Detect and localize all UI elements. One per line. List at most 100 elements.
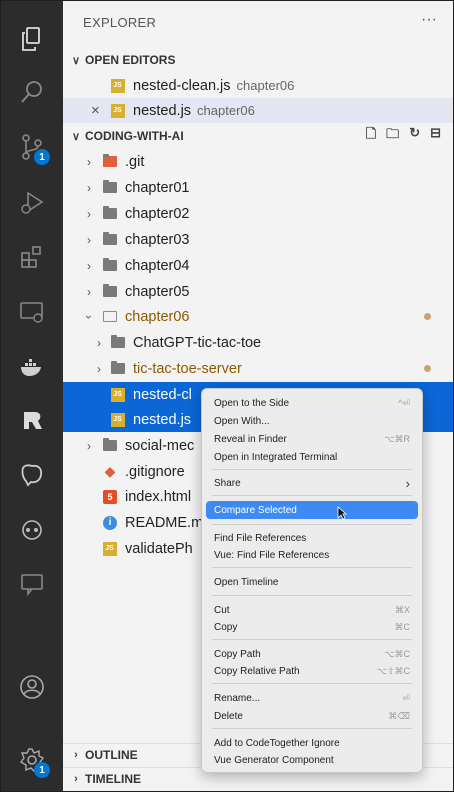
chevron-right-icon: › <box>87 232 91 247</box>
open-editors-header[interactable]: ∨ OPEN EDITORS <box>63 49 453 71</box>
settings-badge: 1 <box>34 762 50 778</box>
settings-gear-icon[interactable]: 1 <box>16 744 50 778</box>
source-control-icon[interactable]: 1 <box>16 131 50 165</box>
menu-vue-find-file-references[interactable]: Vue: Find File References <box>206 546 418 564</box>
folder-icon <box>111 361 125 376</box>
tree-item-chapter01[interactable]: › chapter01 <box>63 175 453 200</box>
tree-item-chapter03[interactable]: › chapter03 <box>63 227 453 252</box>
extensions-icon[interactable] <box>16 241 48 273</box>
menu-copy-relative-path[interactable]: Copy Relative Path ⌥⇧⌘C <box>206 662 418 680</box>
open-editor-item[interactable]: × JS nested.js chapter06 <box>63 98 453 123</box>
info-icon: i <box>103 515 117 530</box>
open-editor-folder: chapter06 <box>236 77 295 93</box>
open-editor-name: nested-clean.js <box>133 77 231 94</box>
tree-item-label: tic-tac-toe-server <box>133 360 242 377</box>
modified-dot <box>424 365 431 372</box>
activity-bar: 1 1 <box>1 1 63 791</box>
quokka-icon[interactable] <box>16 404 48 436</box>
menu-add-to-codetogether-ignore[interactable]: Add to CodeTogether Ignore <box>206 734 418 752</box>
tree-item-label: chapter01 <box>125 179 190 196</box>
search-icon[interactable] <box>16 76 48 108</box>
js-file-icon: JS <box>111 103 125 118</box>
chevron-right-icon: › <box>97 335 101 350</box>
chevron-right-icon: › <box>87 284 91 299</box>
menu-copy[interactable]: Copy ⌘C <box>206 618 418 636</box>
live-share-icon[interactable] <box>16 568 48 600</box>
menu-open-timeline[interactable]: Open Timeline <box>206 573 418 591</box>
menu-open-with[interactable]: Open With... <box>206 412 418 430</box>
menu-find-file-references[interactable]: Find File References <box>206 529 418 547</box>
tree-item-chapter06[interactable]: › chapter06 <box>63 304 453 329</box>
tree-item-label: index.html <box>125 488 192 505</box>
run-debug-icon[interactable] <box>16 186 48 218</box>
folder-icon <box>111 335 125 350</box>
menu-compare-selected[interactable]: Compare Selected <box>206 501 418 519</box>
tree-item-chapter05[interactable]: › chapter05 <box>63 279 453 304</box>
context-menu: Open to the Side ^⏎ Open With... Reveal i… <box>201 388 423 773</box>
tree-item-tic-tac-toe-server[interactable]: › tic-tac-toe-server <box>63 356 453 381</box>
tree-item-label: chapter06 <box>125 308 190 325</box>
mouse-cursor-icon <box>337 506 347 520</box>
menu-separator <box>212 495 412 496</box>
new-file-icon[interactable]: 🗋 <box>366 125 376 147</box>
new-folder-icon[interactable]: 🗀 <box>386 125 399 147</box>
js-file-icon: JS <box>111 412 125 427</box>
menu-cut[interactable]: Cut ⌘X <box>206 601 418 619</box>
menu-separator <box>212 728 412 729</box>
tree-item-git[interactable]: › .git <box>63 149 453 174</box>
menu-copy-path[interactable]: Copy Path ⌥⌘C <box>206 645 418 663</box>
remote-explorer-icon[interactable] <box>16 296 48 328</box>
menu-delete[interactable]: Delete ⌘⌫ <box>206 707 418 725</box>
chevron-right-icon: › <box>87 180 91 195</box>
tree-item-chapter02[interactable]: › chapter02 <box>63 201 453 226</box>
tree-item-label: chapter04 <box>125 257 190 274</box>
menu-separator <box>212 683 412 684</box>
tree-item-label: nested-cl <box>133 386 192 403</box>
git-folder-icon <box>103 154 117 169</box>
close-icon[interactable]: × <box>91 102 100 119</box>
folder-icon <box>103 232 117 247</box>
menu-vue-generator-component[interactable]: Vue Generator Component <box>206 751 418 769</box>
menu-open-in-terminal[interactable]: Open in Integrated Terminal <box>206 448 418 466</box>
chevron-right-icon: › <box>87 258 91 273</box>
tree-item-label: README.m <box>125 514 204 531</box>
chevron-down-icon: › <box>82 314 96 319</box>
menu-separator <box>212 595 412 596</box>
menu-open-to-side[interactable]: Open to the Side ^⏎ <box>206 394 418 412</box>
menu-share[interactable]: Share › <box>206 474 418 492</box>
collapse-all-icon[interactable]: ⊟ <box>430 125 441 147</box>
tree-item-label: .git <box>125 153 145 170</box>
workspace-header[interactable]: ∨ CODING-WITH-AI 🗋 🗀 ↻ ⊟ <box>63 125 453 147</box>
tree-item-label: .gitignore <box>125 463 185 480</box>
menu-rename[interactable]: Rename... ⏎ <box>206 689 418 707</box>
open-editor-name: nested.js <box>133 102 192 119</box>
github-copilot-icon[interactable] <box>16 513 48 545</box>
js-file-icon: JS <box>103 541 117 556</box>
tree-item-label: chapter03 <box>125 231 190 248</box>
docker-icon[interactable] <box>16 351 48 383</box>
account-icon[interactable] <box>16 671 48 703</box>
html5-icon: 5 <box>103 489 117 504</box>
tree-item-label: nested.js <box>133 411 192 428</box>
menu-reveal-in-finder[interactable]: Reveal in Finder ⌥⌘R <box>206 430 418 448</box>
explorer-title: EXPLORER <box>83 15 157 30</box>
chevron-right-icon: › <box>74 773 78 785</box>
scm-badge: 1 <box>34 149 50 165</box>
tree-item-chatgpt-tic-tac-toe[interactable]: › ChatGPT-tic-tac-toe <box>63 330 453 355</box>
tree-item-label: ChatGPT-tic-tac-toe <box>133 334 262 351</box>
tree-item-chapter04[interactable]: › chapter04 <box>63 253 453 278</box>
chevron-down-icon: ∨ <box>71 54 81 67</box>
menu-separator <box>212 524 412 525</box>
js-file-icon: JS <box>111 387 125 402</box>
postgres-icon[interactable] <box>16 459 48 491</box>
explorer-icon[interactable] <box>16 23 48 55</box>
folder-icon <box>103 206 117 221</box>
open-editor-folder: chapter06 <box>197 102 255 118</box>
chevron-down-icon: ∨ <box>71 130 81 143</box>
open-editor-item[interactable]: JS nested-clean.js chapter06 <box>63 73 453 98</box>
more-actions-icon[interactable]: ··· <box>421 11 437 29</box>
refresh-icon[interactable]: ↻ <box>409 125 420 147</box>
folder-icon <box>103 180 117 195</box>
tree-item-label: social-mec <box>125 437 195 454</box>
js-file-icon: JS <box>111 78 125 93</box>
